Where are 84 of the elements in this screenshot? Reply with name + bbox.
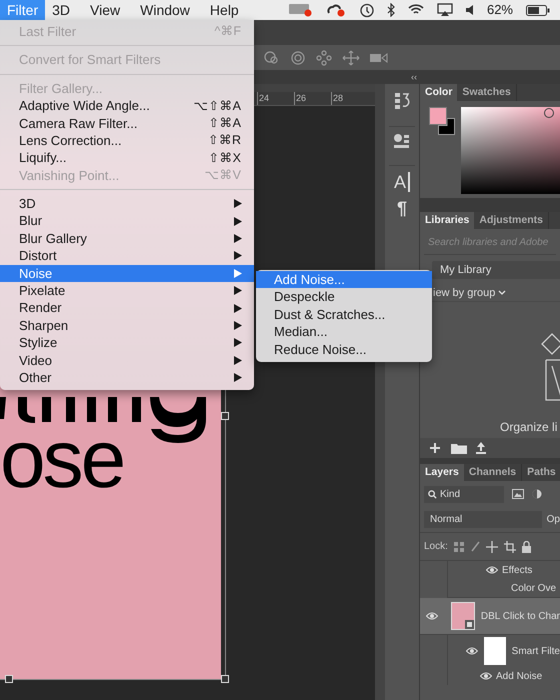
menu-item[interactable]: Blur Gallery	[0, 230, 254, 248]
paragraph-panel-button[interactable]: ¶	[396, 198, 407, 218]
menu-item[interactable]: Sharpen	[0, 316, 254, 334]
panel-tab[interactable]: Swatches	[457, 84, 517, 101]
menu-item[interactable]: Other	[0, 369, 254, 386]
menu-item[interactable]: Render	[0, 299, 254, 317]
drive-status-icon[interactable]	[288, 3, 313, 17]
canvas-text: ose	[0, 413, 124, 507]
menu-item[interactable]: Dust & Scratches...	[256, 306, 432, 324]
folder-icon[interactable]	[451, 442, 467, 454]
menu-item[interactable]: Median...	[256, 323, 432, 341]
history-icon[interactable]	[394, 92, 410, 110]
upload-icon[interactable]	[475, 442, 487, 454]
screen-mirroring-icon[interactable]	[436, 3, 453, 17]
wifi-icon[interactable]	[408, 4, 424, 16]
volume-icon[interactable]	[466, 4, 474, 16]
transform-handle[interactable]	[221, 412, 229, 420]
menu-item[interactable]: 3D	[0, 195, 254, 213]
ruler-label: 24	[257, 92, 294, 105]
adjustment-filter-icon[interactable]	[532, 489, 542, 499]
menu-item[interactable]: Distort	[0, 247, 254, 265]
transform-handle[interactable]	[221, 675, 229, 683]
figure-illustration-icon	[540, 332, 560, 402]
battery-percentage: 62%	[486, 1, 513, 20]
lock-pixels-icon[interactable]	[454, 542, 464, 552]
layer-name[interactable]: Effects	[502, 562, 532, 578]
bluetooth-icon[interactable]	[386, 3, 395, 17]
move-icon[interactable]	[486, 540, 498, 552]
clock-history-icon[interactable]	[358, 2, 374, 18]
menu-item[interactable]: Stylize	[0, 334, 254, 352]
opacity-label: Op	[546, 513, 560, 527]
menu-item[interactable]: Camera Raw Filter... ⇧⌘A	[0, 114, 254, 132]
properties-icon[interactable]	[393, 133, 411, 149]
eye-icon[interactable]	[486, 566, 498, 574]
move-icon[interactable]	[342, 50, 360, 66]
menu-item[interactable]: Lens Correction... ⇧⌘R	[0, 132, 254, 150]
brush-icon[interactable]	[470, 540, 480, 552]
ruler-label: 26	[294, 92, 331, 105]
blend-mode-dropdown[interactable]: Normal	[424, 511, 542, 528]
video-camera-icon[interactable]	[370, 52, 388, 64]
menu-item[interactable]: Noise	[0, 264, 254, 282]
menu-item[interactable]: Liquify... ⇧⌘X	[0, 149, 254, 167]
color-picker-field[interactable]	[461, 107, 560, 194]
search-icon	[428, 490, 437, 498]
menu-item[interactable]: Pixelate	[0, 282, 254, 300]
layer-name[interactable]: Smart Filte	[512, 644, 560, 658]
lock-icon[interactable]	[522, 540, 531, 552]
layer-name[interactable]: Add Noise	[496, 668, 542, 684]
empty-library-message: Organize li	[500, 419, 558, 436]
add-icon[interactable]	[429, 442, 443, 454]
transform-handle[interactable]	[5, 675, 13, 683]
library-dropdown[interactable]: My Library	[432, 261, 560, 279]
menu-item[interactable]: Adaptive Wide Angle... ⌥⇧⌘A	[0, 97, 254, 115]
ruler-label: 28	[331, 92, 368, 105]
panel-tab[interactable]: Libraries	[420, 212, 474, 229]
battery-icon[interactable]	[526, 4, 550, 16]
menu-item[interactable]: Add Noise...	[256, 271, 432, 288]
menu-bar-item[interactable]: Window	[133, 0, 197, 20]
menu-item[interactable]: Blur	[0, 212, 254, 230]
menu-item[interactable]: Reduce Noise...	[256, 340, 432, 358]
eye-icon[interactable]	[426, 612, 438, 620]
panel-tab[interactable]: Adjustments	[474, 212, 549, 229]
panel-tab[interactable]: Channels	[464, 464, 522, 481]
filter-mask-thumbnail	[484, 637, 506, 665]
menu-bar-item[interactable]: 3D	[45, 0, 78, 20]
crop-icon[interactable]	[504, 540, 516, 552]
eye-icon[interactable]	[466, 647, 478, 655]
eye-icon[interactable]	[480, 672, 492, 680]
orbit-icon[interactable]	[262, 50, 280, 66]
cloud-sync-icon[interactable]	[326, 3, 346, 17]
panel-tab[interactable]: Paths	[522, 464, 560, 481]
color-swatches-icon[interactable]	[429, 107, 455, 135]
menu-bar-item[interactable]: Help	[202, 0, 246, 20]
panel-tab[interactable]: Layers	[420, 464, 464, 481]
panel-tab[interactable]: Color	[420, 84, 458, 101]
menu-bar-item[interactable]: View	[83, 0, 128, 20]
kind-filter-dropdown[interactable]: Kind	[424, 486, 504, 502]
lock-label: Lock:	[424, 540, 448, 554]
collapse-toggle[interactable]: ‹‹	[411, 70, 417, 84]
character-panel-button[interactable]: A	[394, 172, 410, 192]
chevron-down-icon	[498, 290, 506, 296]
image-filter-icon[interactable]	[512, 489, 524, 499]
layer-name[interactable]: Color Ove	[511, 580, 556, 596]
menu-item[interactable]: Video	[0, 352, 254, 370]
